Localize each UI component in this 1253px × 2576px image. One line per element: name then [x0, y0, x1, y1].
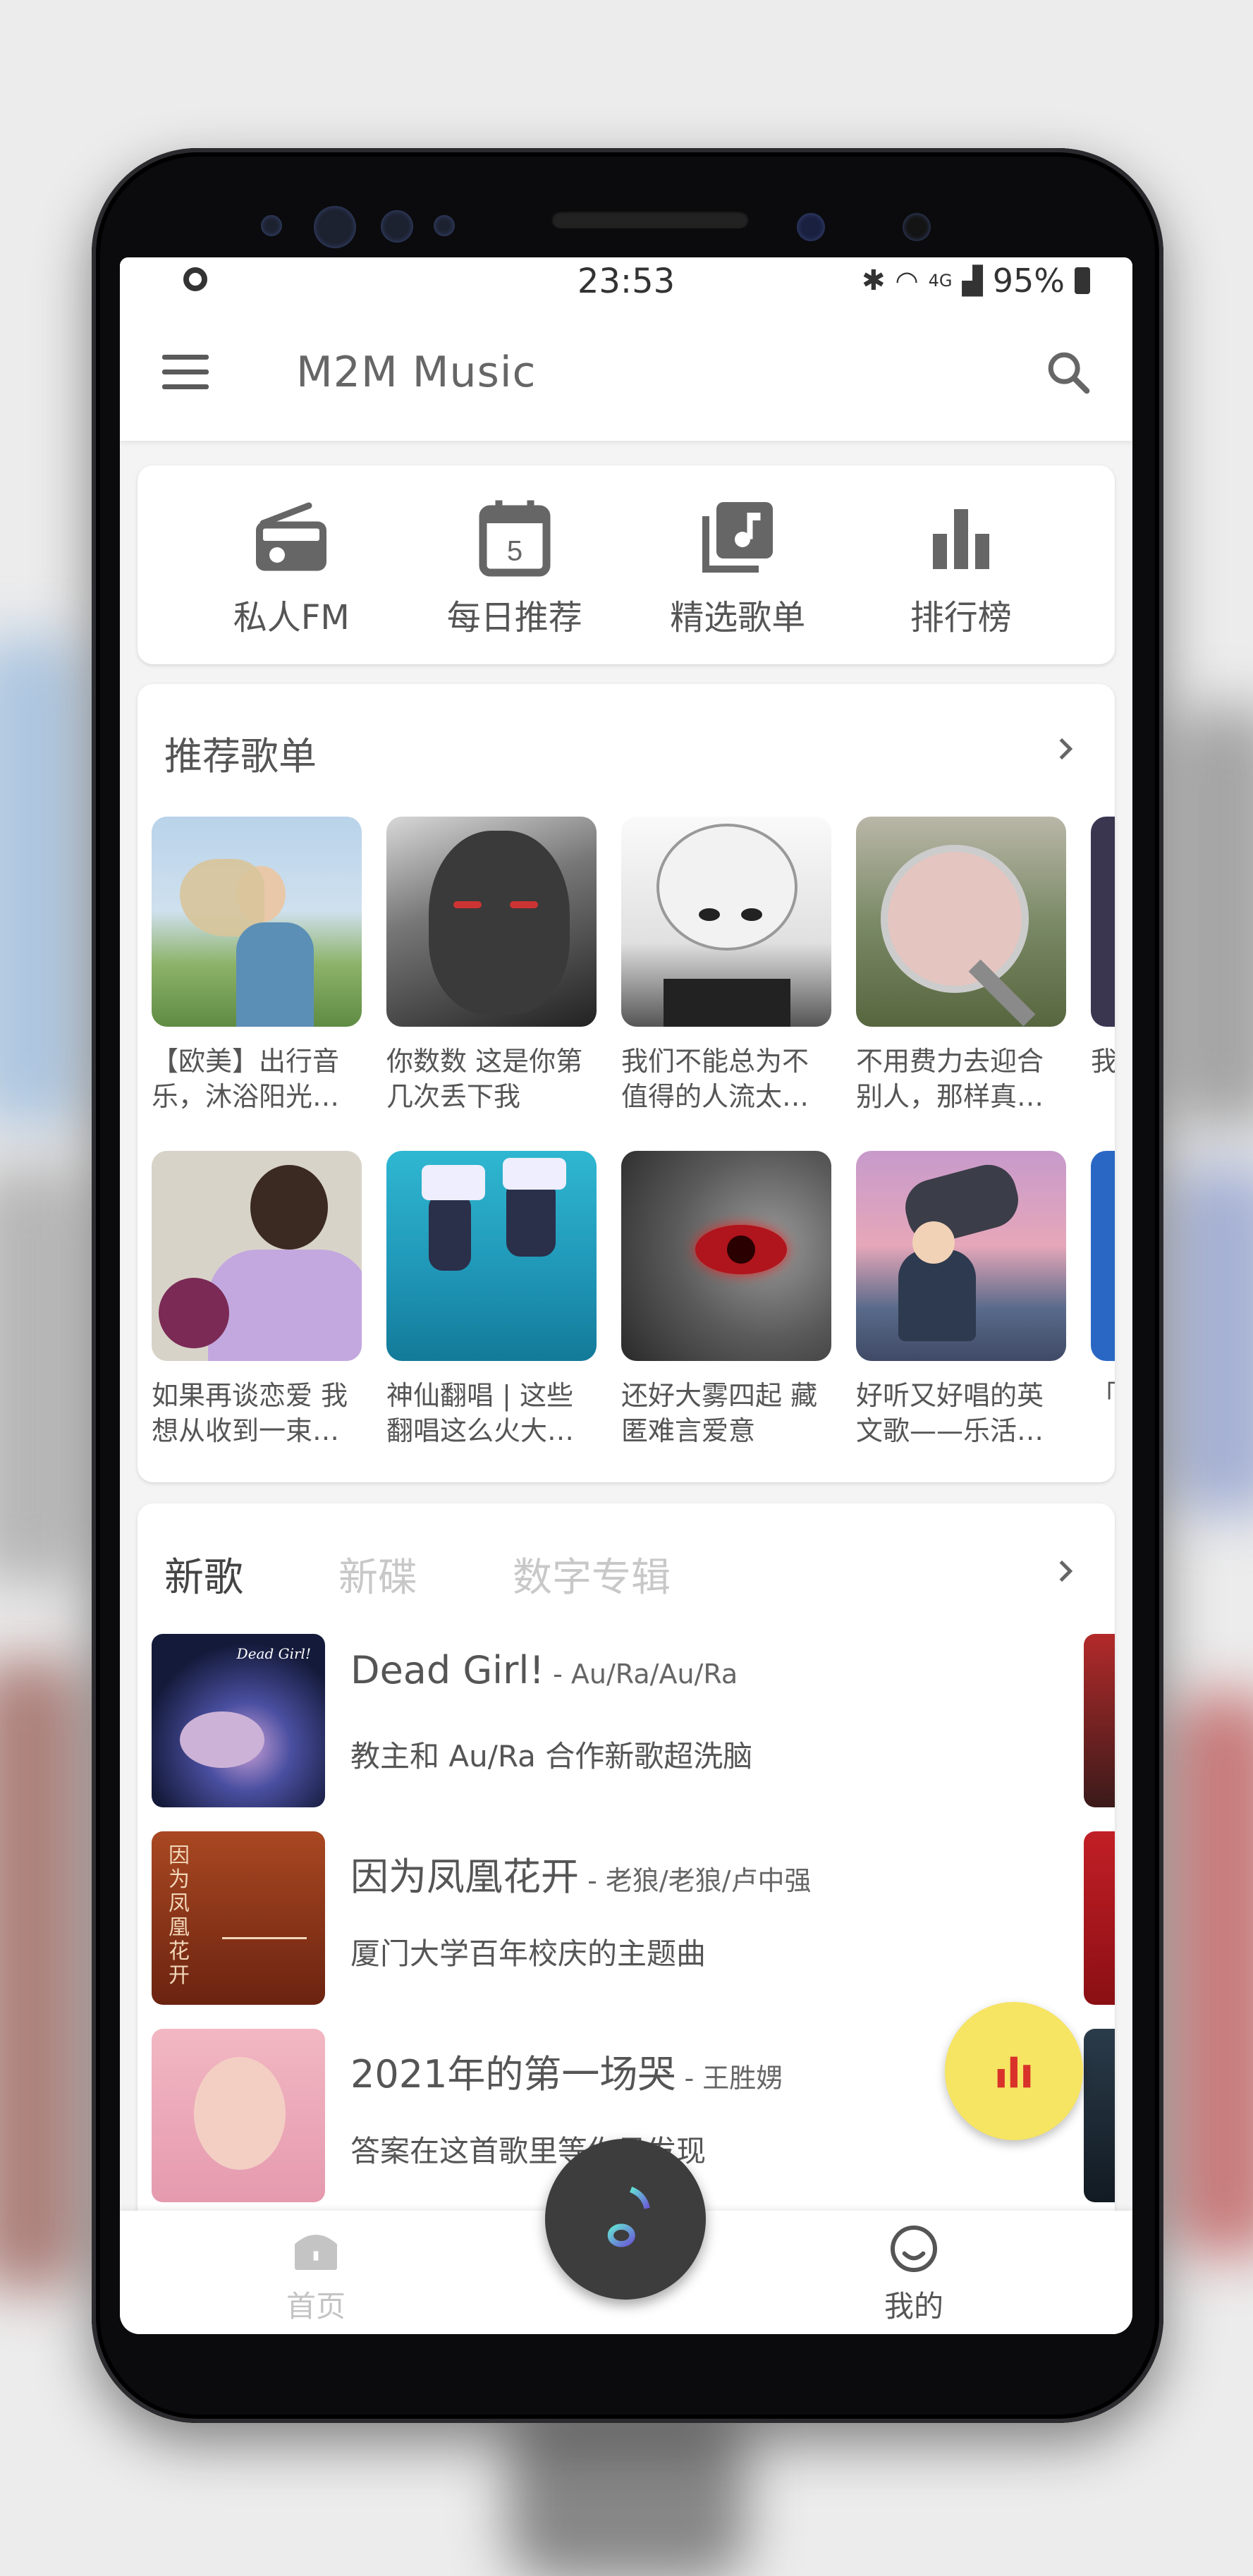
playlist-cover	[152, 1151, 362, 1361]
shortcut-label: 每日推荐	[446, 598, 582, 637]
song-side-cover[interactable]	[1084, 1831, 1115, 2005]
battery-icon	[1075, 267, 1090, 294]
nav-home[interactable]: 首页	[245, 2221, 386, 2326]
home-icon	[295, 2235, 337, 2270]
chevron-right-icon[interactable]	[1051, 735, 1080, 763]
song-title-line: Dead Girl! - Au/Ra/Au/Ra	[350, 1648, 738, 1692]
song-title-line: 因为凤凰花开 - 老狼/老狼/卢中强	[350, 1845, 811, 1901]
nav-label: 首页	[286, 2289, 346, 2324]
playlist-caption: 我们不能总为不值得的人流太…	[621, 1046, 809, 1112]
song-cover	[152, 2029, 325, 2202]
wifi-icon: ◠	[895, 265, 919, 296]
playlist-row: 如果再谈恋爱 我想从收到一束… 神仙翻唱 | 这些翻唱这么火大… 还好大雾四起 …	[152, 1151, 1115, 1448]
shortcut-charts[interactable]: 排行榜	[876, 465, 1046, 664]
shortcut-label: 排行榜	[910, 598, 1012, 637]
song-item[interactable]: 因为凤凰花开 因为凤凰花开 - 老狼/老狼/卢中强 厦门大学百年校庆的主题曲	[152, 1831, 998, 2005]
status-icons: ✱ ◠ 4G ▟ 95%	[862, 262, 1090, 300]
song-artist: - 老狼/老狼/卢中强	[579, 1865, 812, 1896]
playlist-item[interactable]: 你数数 这是你第几次丢下我	[386, 817, 597, 1114]
section-title: 推荐歌单	[164, 734, 317, 779]
playlist-caption: 【欧美】出行音乐，沐浴阳光…	[152, 1046, 340, 1112]
now-playing-fab[interactable]	[945, 2002, 1083, 2140]
playlist-cover	[386, 1151, 597, 1361]
calendar-day: 5	[507, 536, 522, 567]
player-button[interactable]	[545, 2139, 706, 2300]
menu-icon[interactable]	[162, 355, 209, 390]
playlist-caption: 你数数 这是你第几次丢下我	[386, 1046, 583, 1112]
tab-new-songs[interactable]: 新歌	[164, 1546, 243, 1603]
song-title: 因为凤凰花开	[350, 1855, 579, 1899]
playlist-caption: 神仙翻唱 | 这些翻唱这么火大…	[386, 1380, 575, 1446]
app-screen: 23:53 ✱ ◠ 4G ▟ 95% M2M Music 私人FM 5 每日推荐…	[120, 257, 1132, 2334]
song-item[interactable]: Dead Girl! Dead Girl! - Au/Ra/Au/Ra 教主和 …	[152, 1634, 998, 1807]
app-bar: M2M Music	[120, 307, 1132, 441]
song-artist: - Au/Ra/Au/Ra	[544, 1659, 738, 1690]
shortcut-playlists[interactable]: 精选歌单	[653, 465, 822, 664]
playlist-item[interactable]: 如果再谈恋爱 我想从收到一束…	[152, 1151, 362, 1448]
status-bar: 23:53 ✱ ◠ 4G ▟ 95%	[120, 257, 1132, 307]
search-icon[interactable]	[1044, 348, 1093, 397]
playlist-item[interactable]: 【欧美】出行音乐，沐浴阳光…	[152, 817, 362, 1114]
song-title-line: 2021年的第一场哭 - 王胜娚	[350, 2043, 783, 2099]
playlist-cover	[386, 817, 597, 1027]
playlist-cover	[1091, 1151, 1115, 1361]
cover-text: Dead Girl!	[236, 1645, 311, 1662]
bar-chart-icon	[932, 509, 989, 569]
playlist-cover	[621, 817, 831, 1027]
signal-icon: ▟	[962, 265, 983, 296]
playlist-item[interactable]: 不用费力去迎合别人，那样真…	[856, 817, 1066, 1114]
music-note-icon	[607, 2186, 650, 2247]
playlist-caption: 我也	[1091, 1046, 1115, 1077]
battery-percent: 95%	[992, 262, 1065, 300]
playlist-caption: 「创	[1091, 1378, 1115, 1448]
song-artist: - 王胜娚	[676, 2063, 783, 2094]
song-cover: Dead Girl!	[152, 1634, 325, 1807]
playlist-item[interactable]: 我也	[1091, 817, 1115, 1114]
playlist-caption: 好听又好唱的英文歌——乐活…	[856, 1380, 1044, 1446]
cover-text: 因为凤凰花开	[169, 1843, 190, 1988]
tab-new-albums[interactable]: 新碟	[338, 1546, 417, 1603]
playlist-item[interactable]: 「创	[1091, 1151, 1115, 1448]
song-description: 教主和 Au/Ra 合作新歌超洗脑	[350, 1739, 753, 1774]
nav-label: 我的	[884, 2289, 943, 2324]
chevron-right-icon[interactable]	[1051, 1557, 1080, 1585]
bluetooth-icon: ✱	[861, 264, 886, 297]
app-title: M2M Music	[296, 348, 537, 397]
playlist-cover	[152, 817, 362, 1027]
playlist-cover	[856, 1151, 1066, 1361]
playlist-cover	[621, 1151, 831, 1361]
playlist-caption: 如果再谈恋爱 我想从收到一束…	[152, 1380, 348, 1446]
playlist-caption: 还好大雾四起 藏匿难言爱意	[621, 1380, 818, 1446]
shortcut-card: 私人FM 5 每日推荐 精选歌单 排行榜	[137, 465, 1115, 664]
song-title: 2021年的第一场哭	[350, 2052, 676, 2096]
shortcut-label: 私人FM	[233, 598, 350, 637]
playlist-item[interactable]: 神仙翻唱 | 这些翻唱这么火大…	[386, 1151, 597, 1448]
playlist-item[interactable]: 我们不能总为不值得的人流太…	[621, 817, 831, 1114]
music-library-icon	[702, 502, 774, 573]
playlist-cover	[1091, 817, 1115, 1027]
signal-label: 4G	[928, 271, 953, 291]
shortcut-daily[interactable]: 5 每日推荐	[430, 465, 599, 664]
radio-icon	[256, 502, 327, 571]
song-side-cover[interactable]	[1084, 2029, 1115, 2202]
playlist-item[interactable]: 还好大雾四起 藏匿难言爱意	[621, 1151, 831, 1448]
recommended-playlists-card: 推荐歌单 【欧美】出行音乐，沐浴阳光… 你数数 这是你第几次丢下我 我们不能总为…	[137, 684, 1115, 1482]
smiley-icon	[891, 2226, 937, 2272]
calendar-icon: 5	[479, 500, 551, 577]
song-description: 厦门大学百年校庆的主题曲	[350, 1936, 707, 1971]
shortcut-private-fm[interactable]: 私人FM	[207, 465, 376, 664]
playlist-cover	[856, 817, 1066, 1027]
playlist-caption: 不用费力去迎合别人，那样真…	[856, 1046, 1044, 1112]
nav-mine[interactable]: 我的	[843, 2221, 984, 2326]
song-side-cover[interactable]	[1084, 1634, 1115, 1807]
shortcut-label: 精选歌单	[670, 598, 806, 637]
song-title: Dead Girl!	[350, 1648, 545, 1692]
equalizer-icon	[997, 2056, 1031, 2088]
playlist-row: 【欧美】出行音乐，沐浴阳光… 你数数 这是你第几次丢下我 我们不能总为不值得的人…	[152, 817, 1115, 1114]
song-cover: 因为凤凰花开	[152, 1831, 325, 2005]
tab-digital-albums[interactable]: 数字专辑	[513, 1546, 671, 1603]
playlist-item[interactable]: 好听又好唱的英文歌——乐活…	[856, 1151, 1066, 1448]
